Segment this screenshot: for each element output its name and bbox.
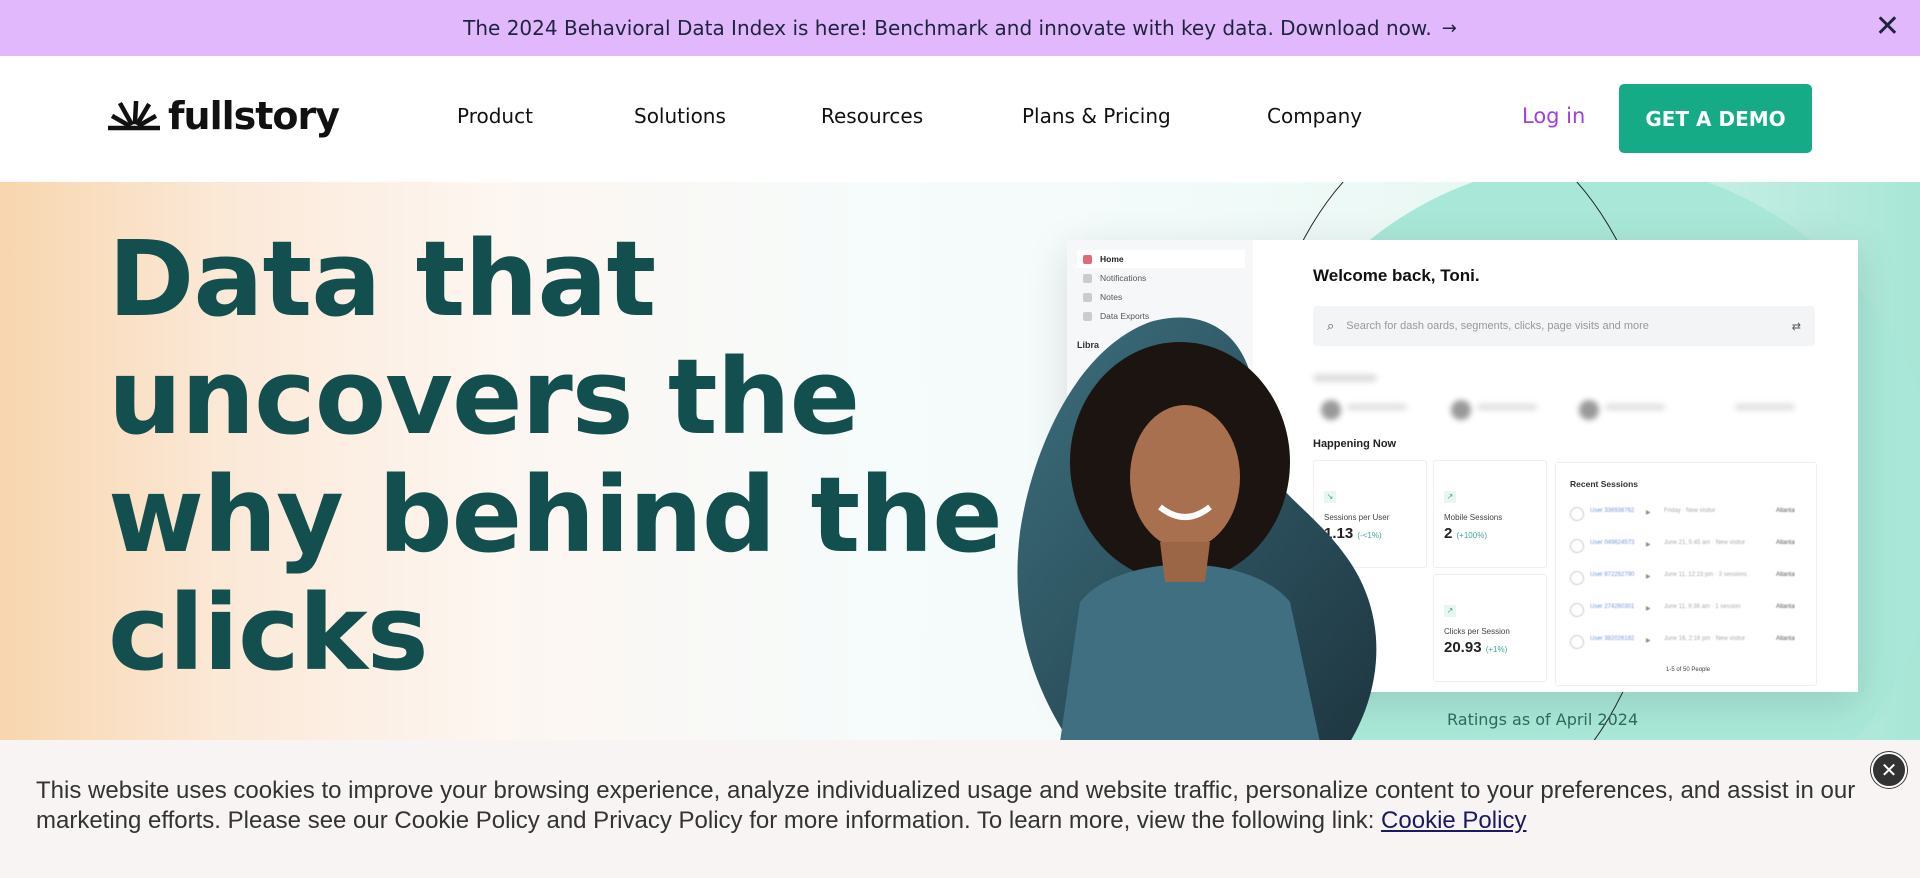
avatar-icon (1570, 539, 1584, 553)
metric-card: ↗ Clicks per Session 20.93 (+1%) (1433, 574, 1547, 682)
welcome-heading: Welcome back, Toni. (1313, 266, 1480, 285)
close-icon[interactable]: ✕ (1871, 752, 1907, 788)
sidebar-item-notes: Notes (1077, 288, 1245, 306)
pager: 1-5 of 50 People (1666, 667, 1711, 673)
trend-icon: ↗ (1444, 491, 1456, 503)
blurred-avatar (1579, 400, 1599, 420)
logo-text: fullstory (168, 94, 340, 138)
announcement-text[interactable]: The 2024 Behavioral Data Index is here! … (463, 16, 1432, 40)
person-face (1130, 405, 1240, 549)
avatar-icon (1570, 507, 1584, 521)
cookie-banner: This website uses cookies to improve you… (0, 740, 1920, 878)
trend-icon: ↗ (1444, 605, 1456, 617)
nav-solutions[interactable]: Solutions (634, 104, 726, 128)
hero-headline: Data that uncovers the why behind the cl… (108, 218, 1003, 694)
sidebar-item-home: Home (1077, 250, 1245, 268)
hero-photo (1017, 317, 1377, 742)
nav-product[interactable]: Product (457, 104, 533, 128)
close-icon[interactable]: ✕ (1875, 12, 1900, 42)
blurred-text (1605, 404, 1665, 410)
play-icon: ▶ (1646, 638, 1651, 644)
recent-sessions-card: Recent Sessions User 336936762 ▶ Friday · … (1555, 462, 1817, 686)
hero: Data that uncovers the why behind the cl… (0, 182, 1920, 742)
get-demo-button[interactable]: GET A DEMO (1619, 84, 1812, 153)
home-icon (1083, 254, 1092, 264)
session-row: User 872292790 ▶ June 11, 12:23 pm · 3 ses… (1570, 569, 1806, 597)
session-row: User 274260301 ▶ June 11, 9:36 am · 1 sess… (1570, 601, 1806, 629)
metric-card: ↗ Mobile Sessions 2 (+100%) (1433, 460, 1547, 568)
session-row: User 049624573 ▶ June 21, 5:45 am · New vi… (1570, 537, 1806, 565)
filter-icon: ⇄ (1791, 320, 1801, 333)
avatar-icon (1570, 603, 1584, 617)
nav-company[interactable]: Company (1267, 104, 1362, 128)
cookie-text: This website uses cookies to improve you… (36, 777, 1856, 834)
login-link[interactable]: Log in (1522, 104, 1585, 128)
sidebar-item-notifications: Notifications (1077, 269, 1245, 287)
top-nav: fullstory Product Solutions Resources Pl… (0, 56, 1920, 182)
person-neck (1160, 542, 1210, 582)
nav-resources[interactable]: Resources (821, 104, 923, 128)
avatar-icon (1570, 571, 1584, 585)
play-icon: ▶ (1646, 510, 1651, 516)
bell-icon (1083, 273, 1092, 283)
blurred-avatar (1451, 400, 1471, 420)
avatar-icon (1570, 635, 1584, 649)
fullstory-burst-icon (108, 101, 160, 131)
play-icon: ▶ (1646, 574, 1651, 580)
nav-plans-pricing[interactable]: Plans & Pricing (1022, 104, 1171, 128)
cookie-policy-link[interactable]: Cookie Policy (1381, 807, 1526, 834)
session-row: User 336936762 ▶ Friday · New visitor Atlan… (1570, 505, 1806, 533)
announcement-bar[interactable]: The 2024 Behavioral Data Index is here! … (0, 0, 1920, 56)
arrow-right-icon[interactable]: → (1442, 18, 1457, 39)
ratings-note: Ratings as of April 2024 (1447, 710, 1639, 729)
recent-sessions-title: Recent Sessions (1570, 479, 1639, 489)
session-row: User 382026182 ▶ June 16, 2:16 pm · New vi… (1570, 633, 1806, 661)
logo[interactable]: fullstory (108, 94, 340, 138)
notes-icon (1083, 292, 1092, 302)
play-icon: ▶ (1646, 542, 1651, 548)
blurred-text (1735, 404, 1795, 410)
play-icon: ▶ (1646, 606, 1651, 612)
blurred-text (1477, 404, 1537, 410)
